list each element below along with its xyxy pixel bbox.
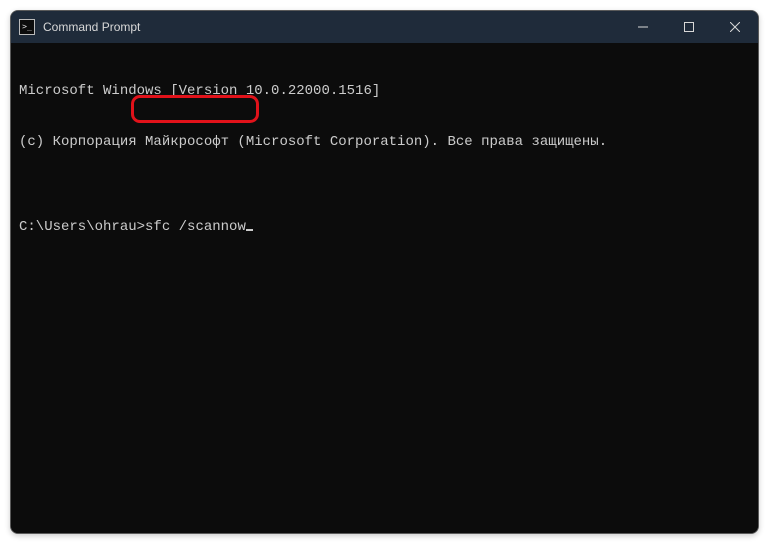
maximize-icon: [684, 22, 694, 32]
window-controls: [620, 11, 758, 43]
terminal-command: sfc /scannow: [145, 219, 246, 235]
window-title: Command Prompt: [43, 20, 140, 34]
cmd-icon: >_: [19, 19, 35, 35]
terminal-prompt-line: C:\Users\ohrau>sfc /scannow: [19, 219, 750, 236]
terminal-line-version: Microsoft Windows [Version 10.0.22000.15…: [19, 83, 750, 100]
titlebar[interactable]: >_ Command Prompt: [11, 11, 758, 43]
minimize-icon: [638, 22, 648, 32]
terminal-prompt: C:\Users\ohrau>: [19, 219, 145, 235]
close-icon: [730, 22, 740, 32]
maximize-button[interactable]: [666, 11, 712, 43]
minimize-button[interactable]: [620, 11, 666, 43]
terminal-line-copyright: (c) Корпорация Майкрософт (Microsoft Cor…: [19, 134, 750, 151]
text-cursor: [246, 229, 253, 231]
command-prompt-window: >_ Command Prompt Microsoft Wi: [10, 10, 759, 534]
close-button[interactable]: [712, 11, 758, 43]
terminal-area[interactable]: Microsoft Windows [Version 10.0.22000.15…: [11, 43, 758, 533]
